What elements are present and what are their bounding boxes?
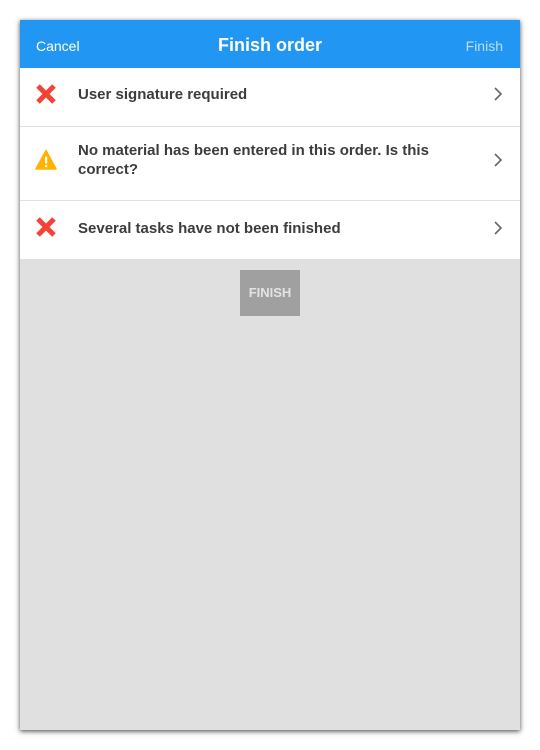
chevron-right-icon — [494, 153, 503, 167]
error-x-icon — [36, 84, 56, 104]
chevron-right-icon — [494, 87, 503, 101]
finish-button[interactable]: FINISH — [240, 270, 300, 316]
list-item-tasks[interactable]: Several tasks have not been finished — [20, 201, 520, 259]
list-item-label: User signature required — [78, 86, 248, 103]
page-title: Finish order — [217, 35, 322, 55]
chevron-right-icon — [494, 221, 503, 235]
list-item-signature[interactable]: User signature required — [20, 68, 520, 127]
list-item-material[interactable]: No material has been entered in this ord… — [20, 127, 520, 201]
list-item-label: Several tasks have not been finished — [78, 220, 341, 237]
finish-header-button[interactable]: Finish — [466, 20, 503, 68]
cancel-button[interactable]: Cancel — [36, 20, 80, 68]
list-item-label: No material has been entered in this ord… — [78, 142, 429, 178]
header-bar: Cancel Finish order Finish — [20, 20, 520, 68]
warning-icon — [35, 149, 57, 170]
validation-list: User signature required No material has … — [20, 68, 520, 259]
finish-order-dialog: Cancel Finish order Finish User signatur… — [20, 20, 520, 730]
error-x-icon — [36, 217, 56, 237]
